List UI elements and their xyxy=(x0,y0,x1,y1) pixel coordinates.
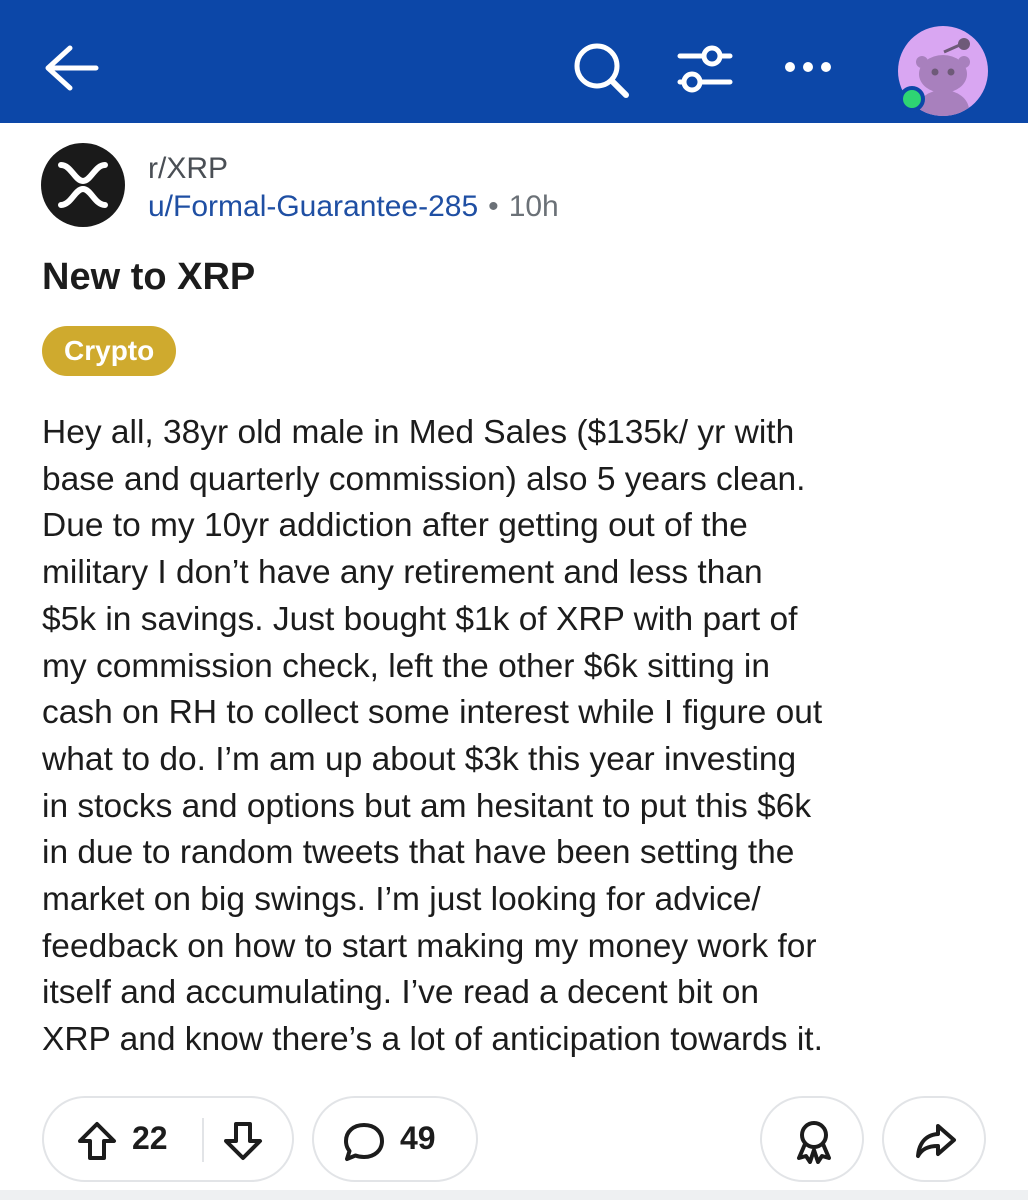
award-button[interactable] xyxy=(760,1096,864,1182)
arrow-left-icon[interactable] xyxy=(40,40,102,96)
upvote-count: 22 xyxy=(132,1120,168,1156)
comments-button[interactable]: 49 xyxy=(312,1096,478,1182)
user-avatar[interactable] xyxy=(898,26,990,118)
top-nav-bar xyxy=(0,0,1028,123)
upvote-arrow-icon[interactable] xyxy=(76,1120,118,1162)
meta-separator: • xyxy=(488,190,499,223)
subreddit-name[interactable]: r/XRP xyxy=(148,152,228,186)
vote-control: 22 xyxy=(42,1096,294,1182)
search-icon[interactable] xyxy=(568,38,632,102)
vote-divider xyxy=(202,1118,204,1162)
post-meta: u/Formal-Guarantee-285 • 10h xyxy=(148,190,559,224)
share-button[interactable] xyxy=(882,1096,986,1182)
filter-sliders-icon[interactable] xyxy=(672,38,736,102)
online-status-indicator xyxy=(899,86,925,112)
post-time: 10h xyxy=(508,190,559,223)
share-arrow-icon xyxy=(916,1124,956,1158)
comment-count: 49 xyxy=(400,1120,436,1156)
award-icon xyxy=(797,1121,831,1164)
downvote-arrow-icon[interactable] xyxy=(222,1120,264,1162)
more-horizontal-icon[interactable] xyxy=(778,52,838,82)
bottom-divider xyxy=(0,1190,1028,1200)
xrp-logo-icon[interactable] xyxy=(41,143,125,227)
post-flair-badge[interactable]: Crypto xyxy=(42,326,177,376)
comment-bubble-icon xyxy=(344,1123,384,1161)
post-body: Hey all, 38yr old male in Med Sales ($13… xyxy=(42,414,823,1059)
author-link[interactable]: u/Formal-Guarantee-285 xyxy=(148,190,478,223)
post-title: New to XRP xyxy=(42,256,256,298)
